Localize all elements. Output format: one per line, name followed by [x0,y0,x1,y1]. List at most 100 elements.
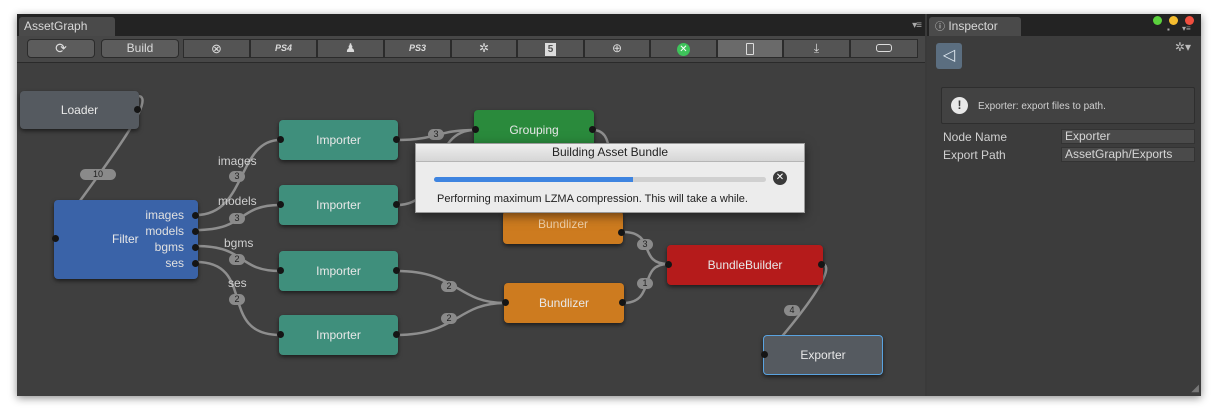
refresh-icon: ⟳ [55,40,67,56]
bundlizer-node[interactable]: Bundlizer [503,211,625,244]
filter-out-port-images[interactable] [192,212,199,219]
loader-out-port[interactable] [134,106,141,113]
count-badge: 3 [428,129,444,140]
edge-label-ses: ses [228,276,247,290]
inspector-panel: ⓘ Inspector ▪ ▾≡ ◁ ✲▾ ! Exporter: export… [927,14,1201,396]
tab-menu-icon[interactable]: ▾≡ [912,20,922,31]
globe-icon: ⊕ [611,41,623,55]
platform-mobile-button[interactable] [717,39,783,58]
refresh-button[interactable]: ⟳ [27,39,95,58]
unity-logo-icon: ◁ [936,43,962,69]
filter-out-port-ses[interactable] [192,260,199,267]
filter-output-images: images [145,208,184,222]
count-badge: 3 [637,239,653,250]
graph-tab-strip: AssetGraph ▾≡ [17,14,925,36]
loader-node[interactable]: Loader [20,91,141,129]
android-icon: ♟ [345,41,356,55]
exporter-node[interactable]: Exporter [761,335,883,375]
importer-node[interactable]: Importer [277,315,400,355]
tab-inspector[interactable]: ⓘ Inspector [929,17,1021,36]
importer-out-port[interactable] [393,267,400,274]
importer-out-port[interactable] [393,331,400,338]
bundlizer-out-port[interactable] [619,299,626,306]
platform-ps3-button[interactable]: PS3 [384,39,451,58]
platform-android-button[interactable]: ♟ [317,39,384,58]
bundle-builder-in-port[interactable] [665,261,672,268]
build-button[interactable]: Build [101,39,179,58]
grouping-out-port[interactable] [589,126,596,133]
close-circle-icon[interactable]: ✕ [773,171,787,185]
importer-node-label: Importer [316,133,361,147]
edge-label-models: models [218,194,257,208]
filter-node[interactable]: Filter images models bgms ses [52,200,199,279]
bundlizer-out-port[interactable] [618,229,625,236]
platform-standalone-button[interactable]: ✲ [451,39,517,58]
bundlizer-node[interactable]: Bundlizer [502,283,626,323]
count-badge: 2 [229,254,245,265]
lock-icon[interactable]: ▪ [1167,25,1170,34]
bundlizer-node-label: Bundlizer [538,296,590,310]
help-box: ! Exporter: export files to path. [941,87,1195,124]
platform-download-button[interactable]: ⤓ [783,39,850,58]
platform-xbox360-button[interactable]: ⊗ [183,39,250,58]
html5-icon: 5 [545,43,556,56]
app-window: AssetGraph ▾≡ ⟳ Build ⊗ PS4 ♟ PS3 ✲ 5 ⊕ … [17,14,1201,396]
importer-node[interactable]: Importer [277,120,400,160]
inspector-tab-label: Inspector [948,19,998,33]
importer-in-port[interactable] [277,201,284,208]
count-badge: 2 [229,294,245,305]
bundlizer-in-port[interactable] [502,299,509,306]
filter-out-port-models[interactable] [192,228,199,235]
dialog-title: Building Asset Bundle [416,144,804,162]
count-badge: 10 [80,169,116,180]
maximize-button[interactable] [1153,16,1162,25]
mobile-icon [746,43,754,55]
info-icon: ⓘ [935,22,945,33]
importer-out-port[interactable] [393,136,400,143]
graph-toolbar: ⟳ Build ⊗ PS4 ♟ PS3 ✲ 5 ⊕ ✕ ⤓ [17,36,925,63]
build-progress-dialog: Building Asset Bundle ✕ Performing maxim… [415,143,805,213]
filter-in-port[interactable] [52,235,59,242]
platform-xboxone-button[interactable]: ✕ [650,39,717,58]
xbox-one-icon: ✕ [677,43,690,56]
count-badge: 1 [637,278,653,289]
platform-webgl-button[interactable]: 5 [517,39,584,58]
edge-label-images: images [218,154,257,168]
count-badge: 4 [784,305,800,316]
platform-ps4-button[interactable]: PS4 [250,39,317,58]
gear-icon[interactable]: ✲▾ [1175,40,1191,54]
platform-web-button[interactable]: ⊕ [584,39,650,58]
info-icon: ! [951,97,968,114]
importer-in-port[interactable] [277,136,284,143]
bundle-builder-out-port[interactable] [818,261,825,268]
grouping-in-port[interactable] [472,126,479,133]
tab-asset-graph[interactable]: AssetGraph [19,17,115,36]
minimize-button[interactable] [1169,16,1178,25]
importer-node[interactable]: Importer [277,251,400,291]
resize-grip-icon[interactable]: ◢ [1191,383,1199,394]
importer-in-port[interactable] [277,331,284,338]
importer-node-label: Importer [316,264,361,278]
filter-output-ses: ses [165,256,184,270]
filter-output-models: models [145,224,184,238]
panel-menu-icon[interactable]: ▾≡ [1182,24,1191,33]
bundlizer-node-label: Bundlizer [537,217,589,231]
node-name-field[interactable]: Exporter [1061,129,1195,144]
bundle-builder-node-label: BundleBuilder [707,258,783,272]
bundle-builder-node[interactable]: BundleBuilder [665,245,825,285]
filter-out-port-bgms[interactable] [192,244,199,251]
platform-console-button[interactable] [850,39,918,58]
loader-node-label: Loader [60,103,99,117]
importer-out-port[interactable] [393,201,400,208]
graph-canvas[interactable]: Loader Filter images models bgms ses Imp… [17,63,925,396]
export-path-field[interactable]: AssetGraph/Exports [1061,147,1195,162]
export-path-label: Export Path [943,148,1006,162]
asset-graph-panel: AssetGraph ▾≡ ⟳ Build ⊗ PS4 ♟ PS3 ✲ 5 ⊕ … [17,14,925,396]
progress-bar [434,177,766,182]
ps4-icon: PS4 [274,43,292,53]
exporter-in-port[interactable] [761,351,768,358]
importer-node[interactable]: Importer [277,185,400,225]
exporter-node-label: Exporter [800,348,846,362]
importer-in-port[interactable] [277,267,284,274]
download-icon: ⤓ [813,41,820,55]
